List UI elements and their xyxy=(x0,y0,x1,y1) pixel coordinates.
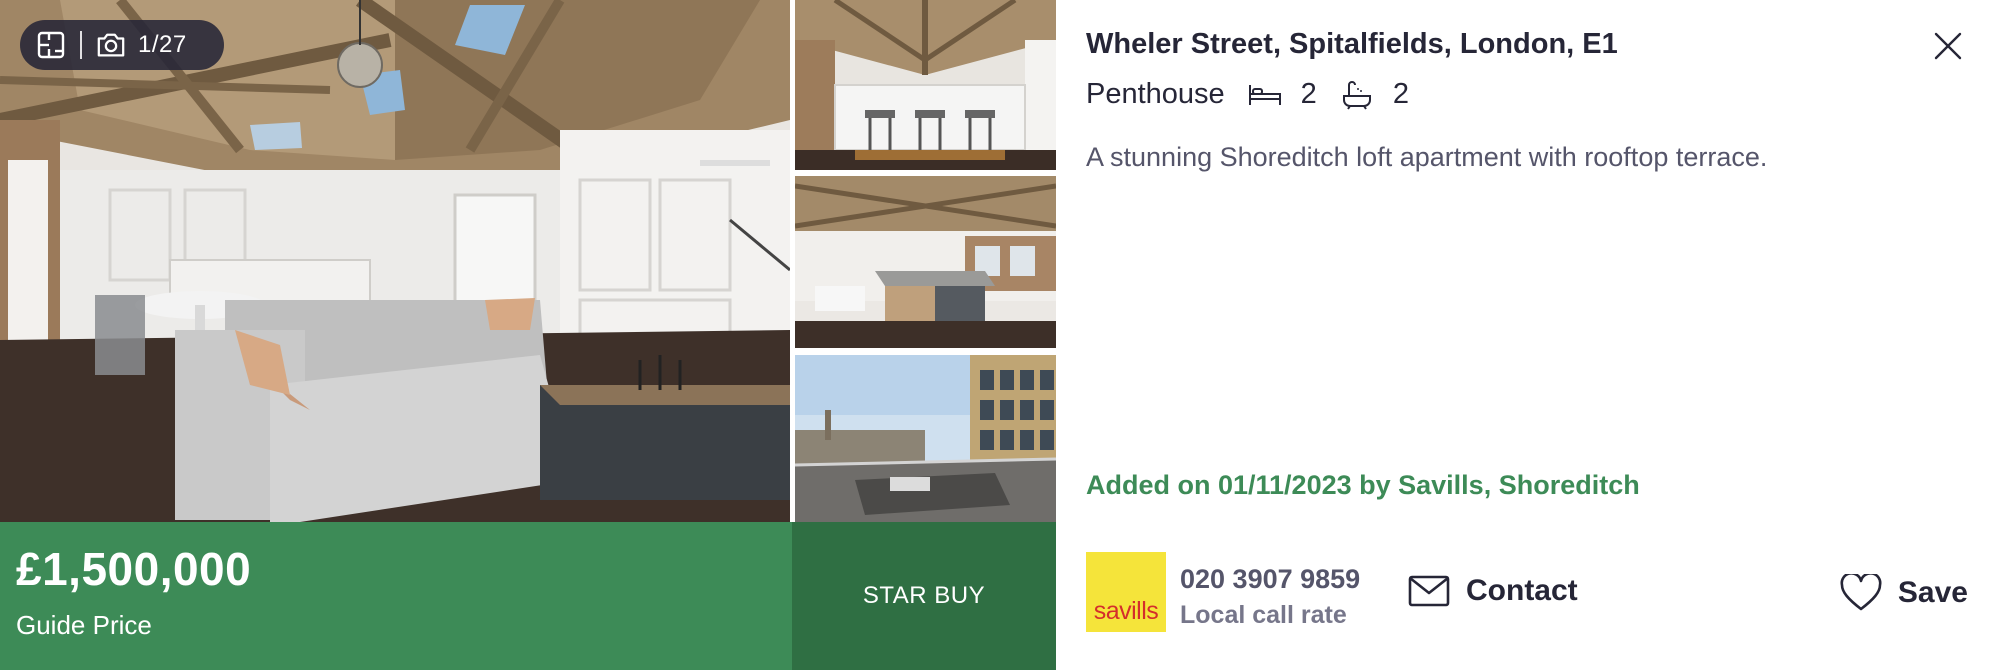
price: £1,500,000 xyxy=(16,543,252,595)
camera-icon xyxy=(96,30,126,60)
bathroom-count: 2 xyxy=(1392,78,1409,110)
bedroom-count: 2 xyxy=(1300,78,1317,110)
price-qualifier: Guide Price xyxy=(16,610,152,640)
pill-divider xyxy=(80,31,82,59)
thumbnail-photo-2[interactable] xyxy=(795,176,1056,348)
call-rate-note: Local call rate xyxy=(1180,601,1347,629)
bath-icon xyxy=(1339,80,1375,110)
photos-button[interactable]: 1/27 xyxy=(96,30,187,60)
floorplan-icon[interactable] xyxy=(36,30,66,60)
agent-phone-block[interactable]: 020 3907 9859 Local call rate xyxy=(1180,564,1360,630)
property-meta: Penthouse 2 2 xyxy=(1086,78,1431,111)
contact-label: Contact xyxy=(1466,574,1578,607)
contact-button[interactable]: Contact xyxy=(1408,574,1578,608)
close-icon xyxy=(1934,32,1962,60)
added-info: Added on 01/11/2023 by Savills, Shoredit… xyxy=(1086,470,1640,500)
property-description: A stunning Shoreditch loft apartment wit… xyxy=(1086,142,1768,172)
media-counter[interactable]: 1/27 xyxy=(20,20,224,70)
thumbnail-photo-3[interactable] xyxy=(795,355,1056,522)
close-button[interactable] xyxy=(1930,28,1966,64)
save-label: Save xyxy=(1897,576,1968,609)
agent-logo[interactable]: savills xyxy=(1086,552,1166,632)
property-type: Penthouse xyxy=(1086,78,1225,110)
listing-details[interactable]: Wheler Street, Spitalfields, London, E1 … xyxy=(1056,0,1998,670)
price-block: £1,500,000 Guide Price xyxy=(0,522,792,670)
thumbnail-photo-1[interactable] xyxy=(795,0,1056,170)
photo-counter: 1/27 xyxy=(138,31,187,58)
price-bar: £1,500,000 Guide Price STAR BUY xyxy=(0,522,1056,670)
mail-icon xyxy=(1408,575,1450,607)
bed-icon xyxy=(1247,80,1283,110)
main-photo[interactable] xyxy=(0,0,790,522)
heart-icon xyxy=(1840,574,1882,611)
photo-gallery[interactable]: 1/27 xyxy=(0,0,1056,522)
property-address[interactable]: Wheler Street, Spitalfields, London, E1 xyxy=(1086,28,1618,61)
agent-phone[interactable]: 020 3907 9859 xyxy=(1180,564,1360,595)
save-button[interactable]: Save xyxy=(1840,574,1968,612)
star-buy-badge: STAR BUY xyxy=(792,522,1056,670)
